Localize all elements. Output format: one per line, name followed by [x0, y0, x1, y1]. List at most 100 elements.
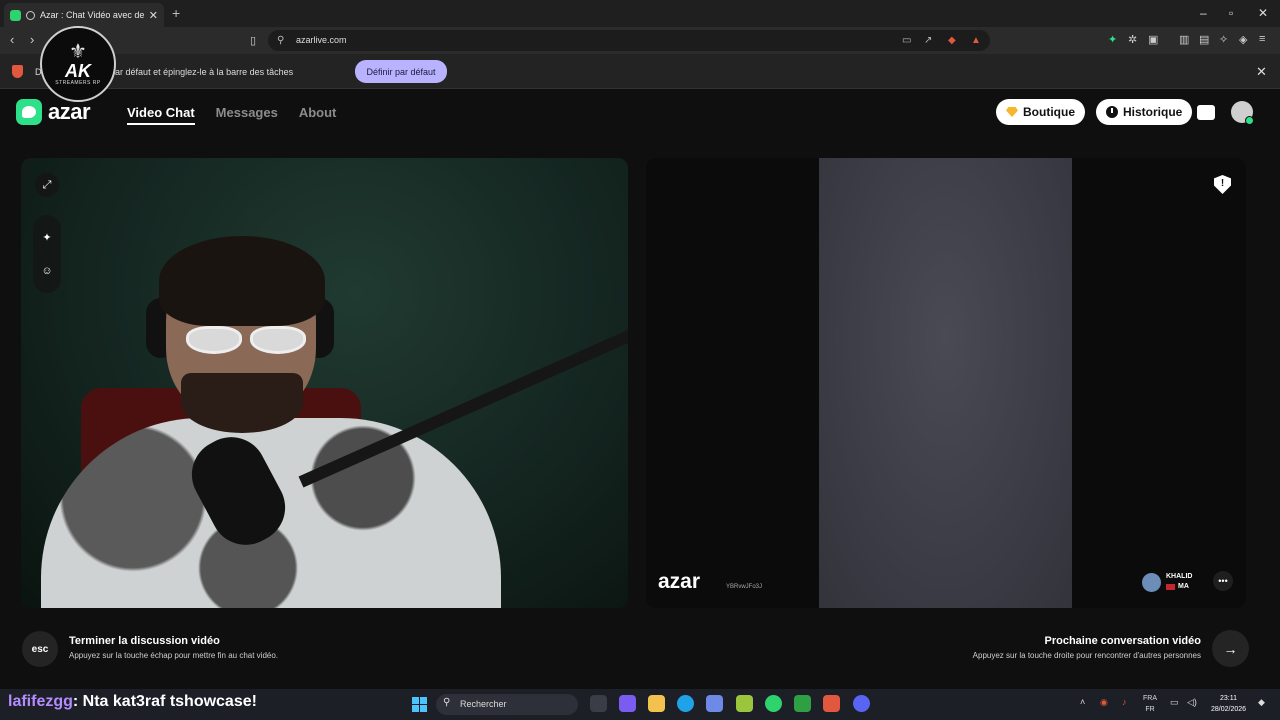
- wallet-icon[interactable]: ▤: [1199, 33, 1209, 46]
- boutique-button[interactable]: Boutique: [996, 99, 1085, 125]
- phoenix-icon: ⚜: [69, 41, 87, 63]
- azar-logo-icon: [16, 99, 42, 125]
- url-text[interactable]: azarlive.com: [296, 35, 347, 45]
- app-green-icon[interactable]: [794, 695, 811, 712]
- task-view-icon[interactable]: [590, 695, 607, 712]
- azar-favicon-icon: [10, 9, 21, 21]
- esc-key-button[interactable]: esc: [22, 631, 58, 667]
- rewards-icon[interactable]: ▲: [971, 35, 981, 46]
- streamer-logo-badge: ⚜ AK STREAMERS RP: [40, 26, 116, 102]
- infobar-close-icon[interactable]: ✕: [1256, 64, 1267, 80]
- gem-icon: [1006, 107, 1018, 117]
- menu-icon[interactable]: ≡: [1259, 33, 1265, 45]
- tab-search-icon[interactable]: ▣: [1148, 33, 1158, 46]
- search-icon: ⚲: [443, 697, 451, 708]
- person-hair: [159, 236, 325, 326]
- store-icon[interactable]: [706, 695, 723, 712]
- end-chat-hint: Appuyez sur la touche échap pour mettre …: [69, 651, 279, 660]
- maximize-icon[interactable]: ▫: [1229, 6, 1233, 20]
- azar-watermark: azar: [658, 570, 701, 593]
- tray-app-icon[interactable]: ◉: [1100, 697, 1108, 708]
- azar-page: azar Video Chat Messages About Boutique …: [0, 89, 1280, 689]
- language-indicator[interactable]: FRA FR: [1143, 693, 1157, 715]
- sunglasses: [186, 326, 306, 354]
- forward-icon[interactable]: ›: [30, 32, 34, 47]
- tab-title: Azar : Chat Vidéo avec de no: [40, 10, 144, 20]
- extensions-puzzle-icon[interactable]: ✲: [1128, 33, 1137, 46]
- browser-toolbar: ‹ › ▯ ⚲ azarlive.com ▭ ↗ ◆ ▲ ✦ ✲ ▣ ▥ ▤ ✧…: [0, 27, 1280, 54]
- session-id: YBRvwJFo3J: [726, 584, 763, 590]
- lang-top: FRA: [1143, 695, 1157, 702]
- badge-initials: AK: [65, 61, 91, 81]
- peer-avatar[interactable]: [1142, 573, 1161, 592]
- taskbar-search-label: Rechercher: [460, 699, 507, 709]
- browser-tab-bar: Azar : Chat Vidéo avec de no ✕ + – ▫ ✕: [0, 0, 1280, 27]
- share-icon[interactable]: ↗: [924, 35, 932, 46]
- tray-overflow-icon[interactable]: ˄: [1080, 697, 1085, 707]
- back-icon[interactable]: ‹: [10, 32, 14, 47]
- historique-label: Historique: [1123, 105, 1183, 119]
- network-icon[interactable]: ▭: [1170, 697, 1179, 708]
- clock-time: 23:11: [1220, 695, 1238, 702]
- clock-date: 28/02/2026: [1211, 706, 1247, 713]
- nav-about[interactable]: About: [299, 105, 337, 125]
- browser-tab[interactable]: Azar : Chat Vidéo avec de no ✕: [4, 3, 164, 27]
- bookmark-icon[interactable]: ▯: [250, 34, 256, 47]
- file-explorer-icon[interactable]: [648, 695, 665, 712]
- next-chat-button[interactable]: →: [1212, 630, 1249, 667]
- azar-logo[interactable]: azar: [16, 99, 91, 125]
- next-chat-hint: Appuyez sur la touche droite pour rencon…: [972, 651, 1201, 660]
- peer-name: KHALID: [1166, 573, 1193, 580]
- peer-country: MA: [1166, 583, 1189, 590]
- taskbar-search-box[interactable]: [436, 694, 578, 715]
- chat-message: : Nta kat3raf tshowcase!: [72, 693, 257, 710]
- set-default-button[interactable]: Définir par défaut: [355, 60, 447, 83]
- audio-icon[interactable]: [26, 10, 35, 20]
- app-icon[interactable]: [736, 695, 753, 712]
- edge-icon[interactable]: [677, 695, 694, 712]
- leo-ai-icon[interactable]: ✧: [1219, 33, 1228, 46]
- notifications-icon[interactable]: ◆: [1258, 697, 1265, 708]
- vpn-icon[interactable]: ◈: [1239, 33, 1247, 46]
- brave-shield-icon[interactable]: ◆: [948, 35, 956, 46]
- remote-video-feed: [819, 158, 1072, 608]
- badge-subtitle: STREAMERS RP: [55, 80, 101, 86]
- expand-icon[interactable]: ⤢: [35, 173, 59, 197]
- person-beard: [181, 373, 303, 433]
- sidebar-icon[interactable]: ▥: [1179, 33, 1189, 46]
- stream-chat-overlay: lafifezgg: Nta kat3raf tshowcase!: [8, 693, 257, 711]
- inventory-box-icon[interactable]: [1197, 105, 1215, 120]
- brave-icon[interactable]: [823, 695, 840, 712]
- minimize-icon[interactable]: –: [1200, 6, 1207, 20]
- nav-video-chat[interactable]: Video Chat: [127, 105, 195, 125]
- nav-messages[interactable]: Messages: [216, 105, 278, 125]
- next-chat-title: Prochaine conversation vidéo: [1044, 635, 1202, 647]
- boutique-label: Boutique: [1023, 105, 1075, 119]
- whatsapp-icon[interactable]: [765, 695, 782, 712]
- main-nav: Video Chat Messages About: [127, 105, 336, 125]
- close-tab-icon[interactable]: ✕: [149, 9, 158, 22]
- face-filter-icon[interactable]: ☺: [35, 259, 59, 283]
- default-browser-infobar: D…me navigateur par défaut et épinglez-l…: [0, 54, 1280, 89]
- copilot-icon[interactable]: [619, 695, 636, 712]
- morocco-flag-icon: [1166, 583, 1175, 590]
- brave-logo-icon: [12, 65, 23, 78]
- clock-icon: [1106, 106, 1118, 118]
- online-status-dot: [1245, 116, 1254, 125]
- historique-button[interactable]: Historique: [1096, 99, 1193, 125]
- taskbar-clock[interactable]: 23:11 28/02/2026: [1211, 693, 1246, 715]
- volume-icon[interactable]: ◁): [1187, 697, 1197, 708]
- cast-icon[interactable]: ▭: [902, 35, 911, 46]
- site-info-icon[interactable]: ⚲: [277, 35, 284, 46]
- windows-start-icon[interactable]: [412, 697, 427, 712]
- extension-icon[interactable]: ✦: [1108, 33, 1117, 46]
- chat-bubble-icon[interactable]: •••: [1213, 571, 1233, 591]
- new-tab-button[interactable]: +: [172, 5, 180, 21]
- microphone-tray-icon[interactable]: ♪: [1122, 697, 1127, 707]
- chat-username: lafifezgg: [8, 693, 73, 710]
- local-video-feed: ⤢ ✦ ☺: [21, 158, 628, 608]
- magic-wand-icon[interactable]: ✦: [35, 225, 59, 249]
- discord-icon[interactable]: [853, 695, 870, 712]
- window-close-icon[interactable]: ✕: [1258, 6, 1268, 20]
- address-bar[interactable]: ⚲ azarlive.com ▭ ↗ ◆ ▲: [268, 30, 990, 51]
